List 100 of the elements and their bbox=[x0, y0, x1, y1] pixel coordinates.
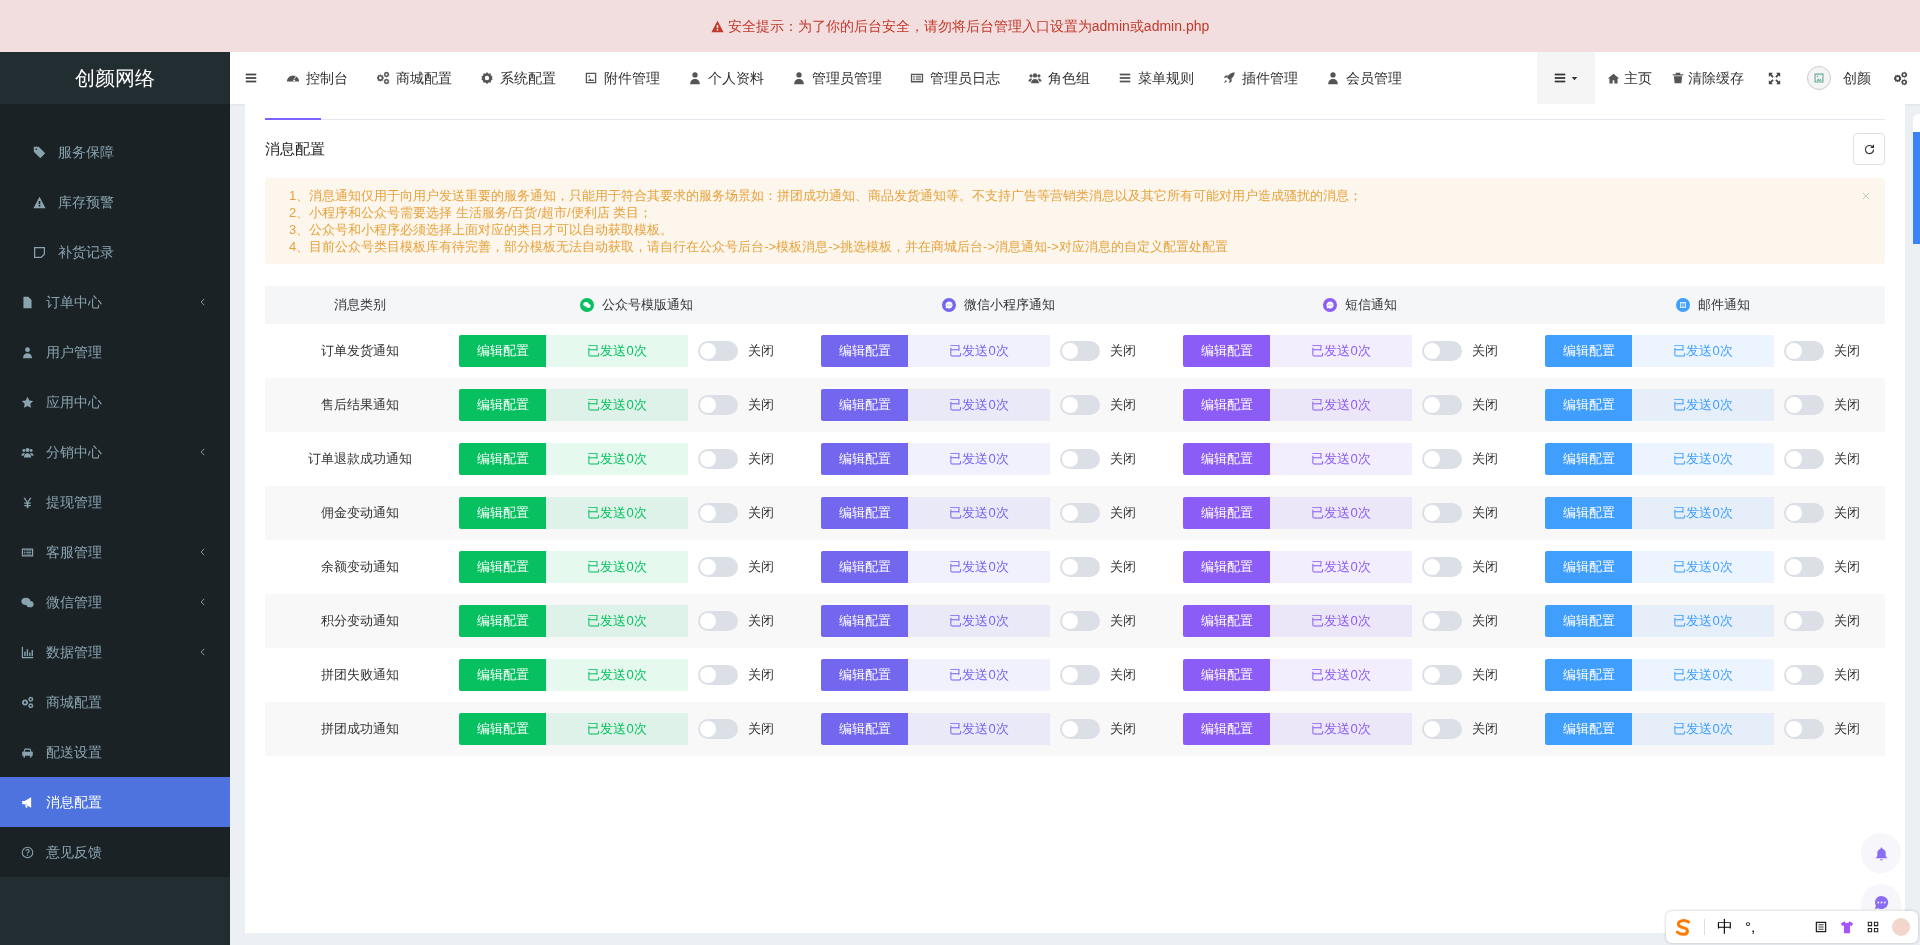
edit-config-button[interactable]: 编辑配置 bbox=[1545, 659, 1632, 691]
edit-config-button[interactable]: 编辑配置 bbox=[459, 335, 546, 367]
toggle-switch[interactable] bbox=[1422, 449, 1462, 469]
toggle-switch[interactable] bbox=[1060, 503, 1100, 523]
edit-config-button[interactable]: 编辑配置 bbox=[1545, 713, 1632, 745]
edit-config-button[interactable]: 编辑配置 bbox=[1545, 389, 1632, 421]
edit-config-button[interactable]: 编辑配置 bbox=[459, 713, 546, 745]
toggle-switch[interactable] bbox=[1422, 395, 1462, 415]
edit-config-button[interactable]: 编辑配置 bbox=[821, 713, 908, 745]
ime-logo-icon[interactable] bbox=[1674, 918, 1692, 936]
sidebar-item[interactable]: 配送设置 bbox=[0, 727, 230, 777]
more-menu-button[interactable] bbox=[1537, 52, 1595, 104]
toggle-switch[interactable] bbox=[1060, 449, 1100, 469]
edit-config-button[interactable]: 编辑配置 bbox=[1183, 497, 1270, 529]
toggle-switch[interactable] bbox=[1784, 449, 1824, 469]
edit-config-button[interactable]: 编辑配置 bbox=[1545, 443, 1632, 475]
toggle-switch[interactable] bbox=[1060, 557, 1100, 577]
toggle-switch[interactable] bbox=[698, 665, 738, 685]
nav-link[interactable]: 角色组 bbox=[1014, 52, 1104, 104]
edit-config-button[interactable]: 编辑配置 bbox=[1183, 551, 1270, 583]
edit-config-button[interactable]: 编辑配置 bbox=[1183, 713, 1270, 745]
edit-config-button[interactable]: 编辑配置 bbox=[459, 443, 546, 475]
sidebar-item[interactable]: 应用中心 bbox=[0, 377, 230, 427]
toggle-switch[interactable] bbox=[1060, 719, 1100, 739]
clear-cache-link[interactable]: 清除缓存 bbox=[1664, 52, 1752, 104]
edit-config-button[interactable]: 编辑配置 bbox=[1183, 443, 1270, 475]
home-link[interactable]: 主页 bbox=[1595, 52, 1664, 104]
nav-link[interactable]: 管理员日志 bbox=[896, 52, 1014, 104]
avatar[interactable] bbox=[1892, 918, 1910, 936]
logo[interactable]: 创颜网络 bbox=[0, 52, 230, 104]
edit-config-button[interactable]: 编辑配置 bbox=[1183, 659, 1270, 691]
user-menu[interactable]: 创颜 bbox=[1797, 52, 1881, 104]
edit-config-button[interactable]: 编辑配置 bbox=[1545, 605, 1632, 637]
toggle-switch[interactable] bbox=[1422, 557, 1462, 577]
shirt-icon[interactable] bbox=[1840, 920, 1854, 934]
nav-link[interactable]: 商城配置 bbox=[362, 52, 466, 104]
grid-icon[interactable] bbox=[1866, 920, 1880, 934]
edit-config-button[interactable]: 编辑配置 bbox=[459, 659, 546, 691]
nav-link[interactable]: 管理员管理 bbox=[778, 52, 896, 104]
toggle-switch[interactable] bbox=[698, 557, 738, 577]
nav-link[interactable]: 菜单规则 bbox=[1104, 52, 1208, 104]
submenu-item[interactable]: 服务保障 bbox=[0, 127, 230, 177]
input-mode-toggle[interactable]: 中 bbox=[1717, 915, 1733, 939]
sidebar-item[interactable]: 微信管理 bbox=[0, 577, 230, 627]
toggle-switch[interactable] bbox=[1422, 611, 1462, 631]
edit-config-button[interactable]: 编辑配置 bbox=[1545, 551, 1632, 583]
toggle-switch[interactable] bbox=[1060, 341, 1100, 361]
submenu-item[interactable]: 库存预警 bbox=[0, 177, 230, 227]
edit-config-button[interactable]: 编辑配置 bbox=[1183, 389, 1270, 421]
edit-config-button[interactable]: 编辑配置 bbox=[1183, 335, 1270, 367]
toggle-switch[interactable] bbox=[1784, 395, 1824, 415]
edit-config-button[interactable]: 编辑配置 bbox=[459, 389, 546, 421]
sidebar-item[interactable]: 订单中心 bbox=[0, 277, 230, 327]
edit-config-button[interactable]: 编辑配置 bbox=[459, 605, 546, 637]
toggle-switch[interactable] bbox=[1422, 665, 1462, 685]
edit-config-button[interactable]: 编辑配置 bbox=[821, 335, 908, 367]
submenu-item[interactable]: 补货记录 bbox=[0, 227, 230, 277]
toggle-switch[interactable] bbox=[698, 503, 738, 523]
nav-link[interactable]: 控制台 bbox=[272, 52, 362, 104]
edit-config-button[interactable]: 编辑配置 bbox=[821, 497, 908, 529]
toggle-switch[interactable] bbox=[698, 395, 738, 415]
refresh-button[interactable] bbox=[1853, 133, 1885, 165]
toggle-switch[interactable] bbox=[1784, 611, 1824, 631]
edit-config-button[interactable]: 编辑配置 bbox=[459, 551, 546, 583]
toggle-switch[interactable] bbox=[698, 611, 738, 631]
nav-link[interactable]: 附件管理 bbox=[570, 52, 674, 104]
edit-config-button[interactable]: 编辑配置 bbox=[821, 443, 908, 475]
punctuation-toggle[interactable]: °, bbox=[1745, 915, 1756, 939]
sidebar-item[interactable]: 分销中心 bbox=[0, 427, 230, 477]
sidebar-item[interactable]: 意见反馈 bbox=[0, 827, 230, 877]
toggle-switch[interactable] bbox=[1422, 719, 1462, 739]
toggle-switch[interactable] bbox=[1784, 665, 1824, 685]
edit-config-button[interactable]: 编辑配置 bbox=[821, 551, 908, 583]
nav-link[interactable]: 插件管理 bbox=[1208, 52, 1312, 104]
toggle-switch[interactable] bbox=[698, 341, 738, 361]
toggle-switch[interactable] bbox=[1422, 341, 1462, 361]
sidebar-item[interactable]: 商城配置 bbox=[0, 677, 230, 727]
toggle-switch[interactable] bbox=[1784, 557, 1824, 577]
toggle-switch[interactable] bbox=[1060, 611, 1100, 631]
toggle-switch[interactable] bbox=[1784, 341, 1824, 361]
toggle-switch[interactable] bbox=[1060, 395, 1100, 415]
nav-link[interactable]: 系统配置 bbox=[466, 52, 570, 104]
sidebar-item[interactable]: 消息配置 bbox=[0, 777, 230, 827]
sidebar-item[interactable]: 提现管理 bbox=[0, 477, 230, 527]
close-button[interactable] bbox=[1861, 191, 1871, 201]
edit-config-button[interactable]: 编辑配置 bbox=[821, 659, 908, 691]
toggle-switch[interactable] bbox=[1784, 719, 1824, 739]
edit-config-button[interactable]: 编辑配置 bbox=[1545, 497, 1632, 529]
edit-config-button[interactable]: 编辑配置 bbox=[821, 605, 908, 637]
nav-link[interactable]: 会员管理 bbox=[1312, 52, 1416, 104]
toggle-switch[interactable] bbox=[1422, 503, 1462, 523]
sidebar-item[interactable]: 数据管理 bbox=[0, 627, 230, 677]
toggle-switch[interactable] bbox=[1060, 665, 1100, 685]
nav-link[interactable]: 个人资料 bbox=[674, 52, 778, 104]
sidebar-item[interactable]: 用户管理 bbox=[0, 327, 230, 377]
toggle-switch[interactable] bbox=[1784, 503, 1824, 523]
sidebar-item[interactable]: 客服管理 bbox=[0, 527, 230, 577]
edit-config-button[interactable]: 编辑配置 bbox=[821, 389, 908, 421]
edit-config-button[interactable]: 编辑配置 bbox=[1183, 605, 1270, 637]
edit-config-button[interactable]: 编辑配置 bbox=[1545, 335, 1632, 367]
